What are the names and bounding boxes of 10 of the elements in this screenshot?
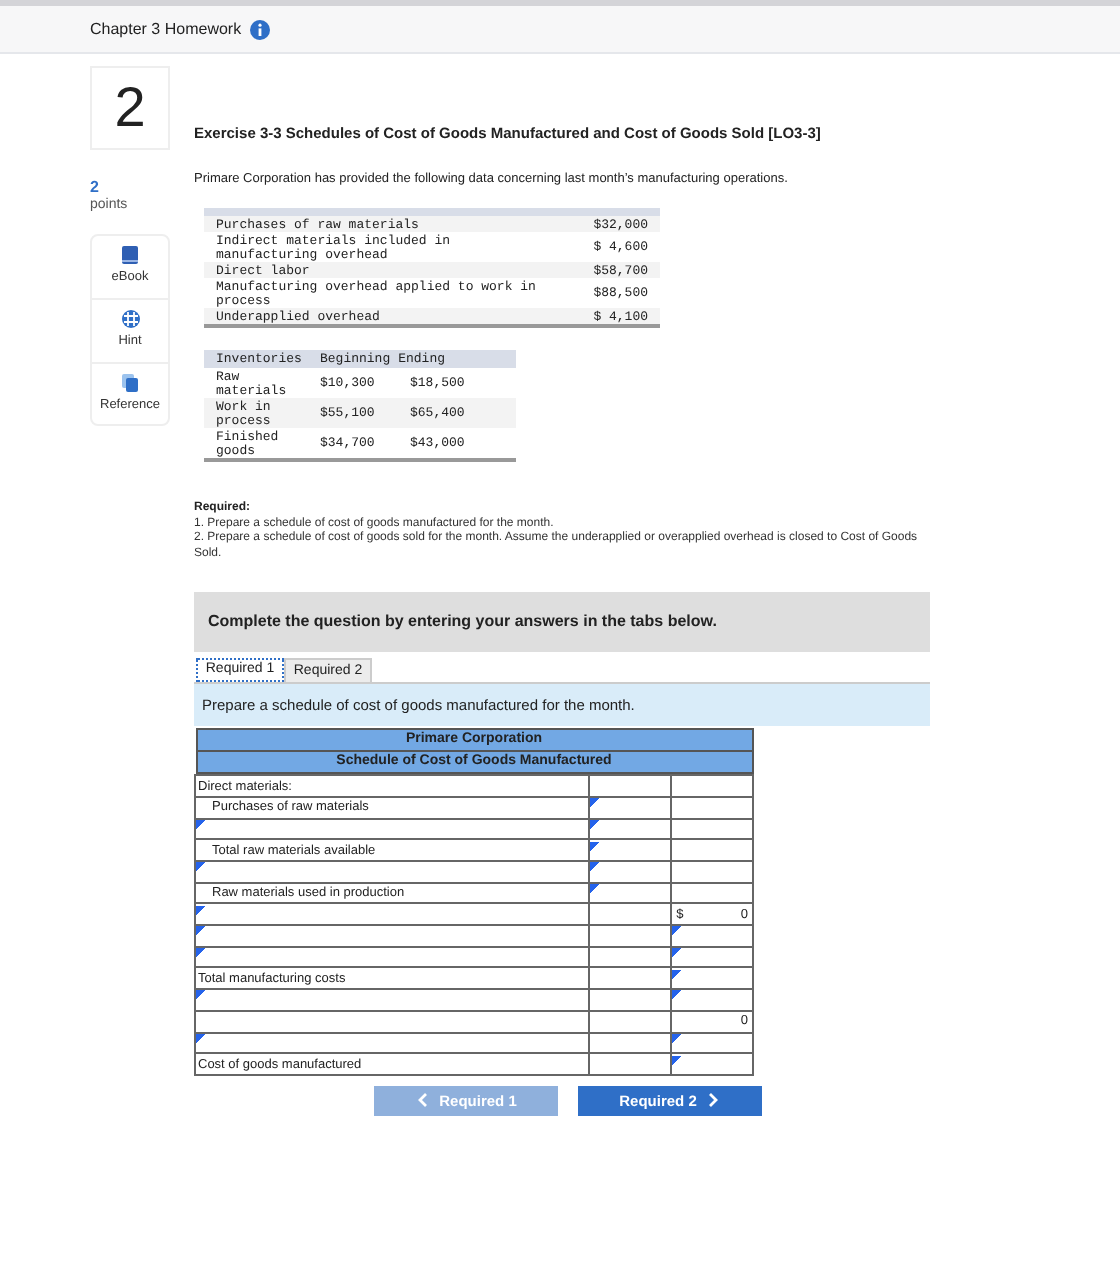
pages-icon: [122, 373, 138, 391]
points-value: 2: [90, 178, 101, 196]
chevron-right-icon: [706, 1092, 721, 1109]
question-number: 2: [90, 66, 170, 150]
hint-icon: [121, 309, 139, 328]
book-icon: [122, 246, 138, 264]
page-title: Chapter 3 Homework: [90, 17, 242, 41]
info-icon[interactable]: [249, 19, 270, 39]
instruction-banner: Complete the question by entering your answers in the tabs below.: [194, 592, 930, 652]
chevron-left-icon: [415, 1092, 430, 1109]
